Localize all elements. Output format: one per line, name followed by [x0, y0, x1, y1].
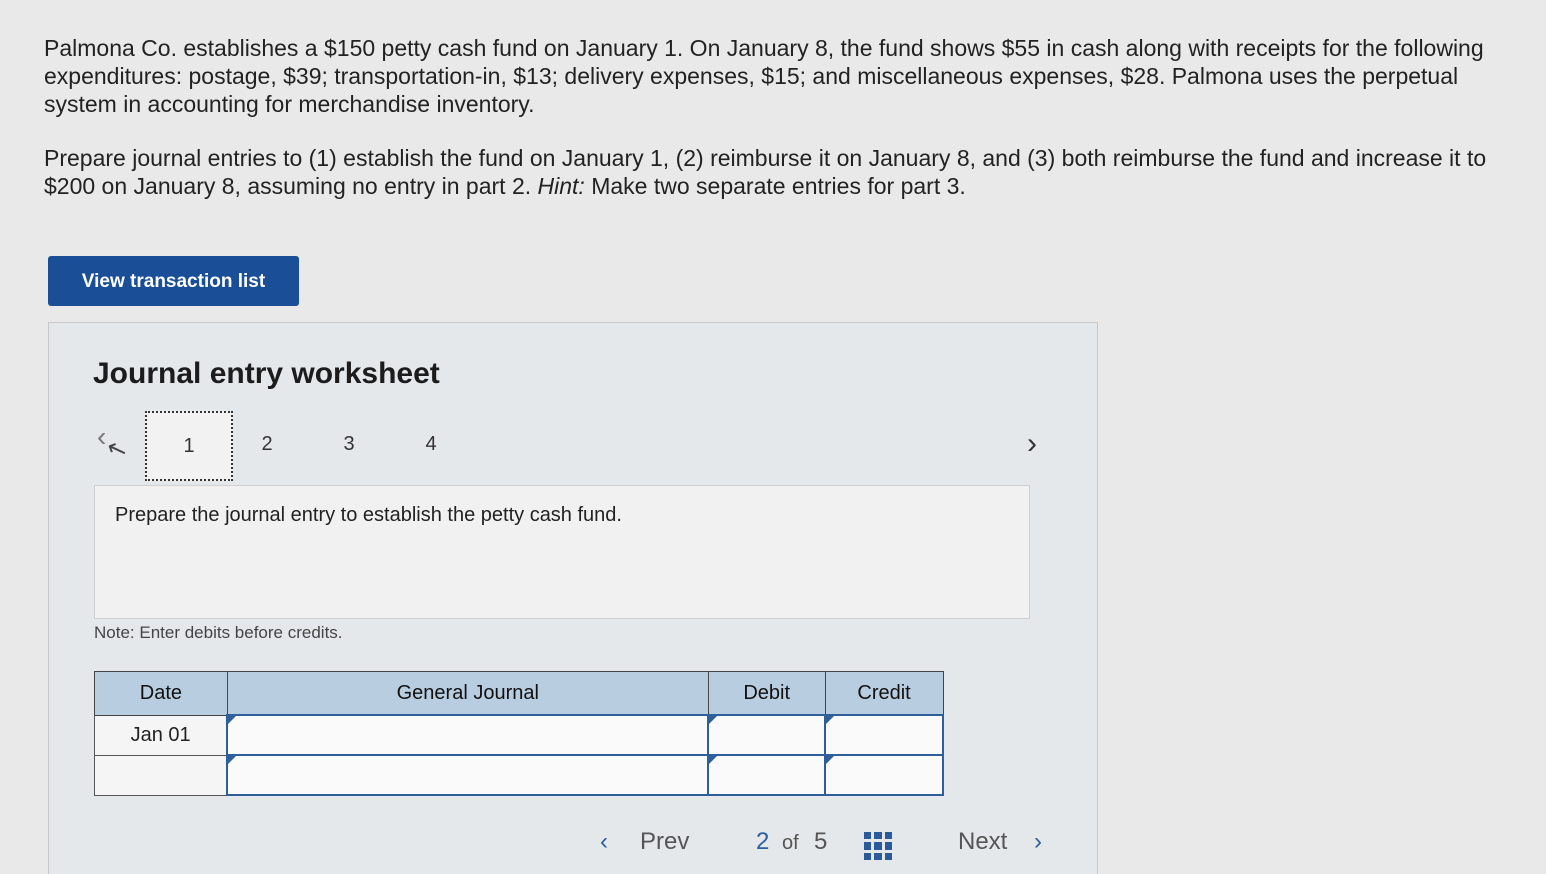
step-tab-1[interactable]: 1: [145, 411, 233, 481]
credit-header: Credit: [824, 671, 944, 716]
prev-chevron-icon[interactable]: ‹: [600, 828, 608, 856]
credit-input[interactable]: [824, 714, 944, 756]
general-journal-header: General Journal: [226, 671, 709, 716]
journal-table: Date General Journal Debit Credit Jan 01: [94, 671, 944, 796]
debit-header: Debit: [707, 671, 826, 716]
chevron-right-icon[interactable]: ›: [1027, 427, 1037, 461]
hint-text: Make two separate entries for part 3.: [584, 173, 966, 199]
note-text: Note: Enter debits before credits.: [94, 623, 343, 642]
step-tab-2[interactable]: 2: [225, 411, 309, 477]
worksheet-title: Journal entry worksheet: [93, 357, 440, 390]
view-transaction-list-button[interactable]: View transaction list: [48, 256, 299, 306]
instruction-text: Prepare the journal entry to establish t…: [115, 504, 622, 526]
date-cell: [94, 754, 228, 796]
problem-statement: Palmona Co. establishes a $150 petty cas…: [44, 34, 1524, 200]
credit-input[interactable]: [824, 754, 944, 796]
account-dropdown[interactable]: [226, 754, 710, 796]
debit-input[interactable]: [707, 754, 827, 796]
debit-input[interactable]: [707, 714, 827, 756]
next-link[interactable]: Next: [958, 828, 1007, 856]
step-tab-4[interactable]: 4: [389, 411, 473, 477]
next-chevron-icon[interactable]: ›: [1034, 828, 1042, 856]
page-current: 2: [756, 828, 770, 855]
account-dropdown[interactable]: [226, 714, 710, 756]
journal-header-row: Date General Journal Debit Credit: [94, 671, 944, 716]
table-row: [94, 754, 944, 796]
step-tab-3[interactable]: 3: [307, 411, 391, 477]
prev-link[interactable]: Prev: [640, 828, 689, 856]
problem-paragraph-2: Prepare journal entries to (1) establish…: [44, 144, 1524, 200]
mouse-cursor-icon: ↖: [102, 433, 132, 466]
hint-label: Hint:: [537, 173, 585, 199]
page-of-label: of: [782, 832, 799, 854]
date-cell: Jan 01: [94, 714, 228, 756]
grid-icon[interactable]: [864, 832, 892, 860]
date-header: Date: [94, 671, 228, 716]
problem-paragraph-1: Palmona Co. establishes a $150 petty cas…: [44, 35, 1484, 117]
instruction-box: Prepare the journal entry to establish t…: [94, 485, 1030, 619]
journal-entry-worksheet: Journal entry worksheet ‹ ↖ 1 2 3 4 › Pr…: [48, 322, 1098, 874]
table-row: Jan 01: [94, 714, 944, 756]
page-total: 5: [814, 828, 828, 855]
